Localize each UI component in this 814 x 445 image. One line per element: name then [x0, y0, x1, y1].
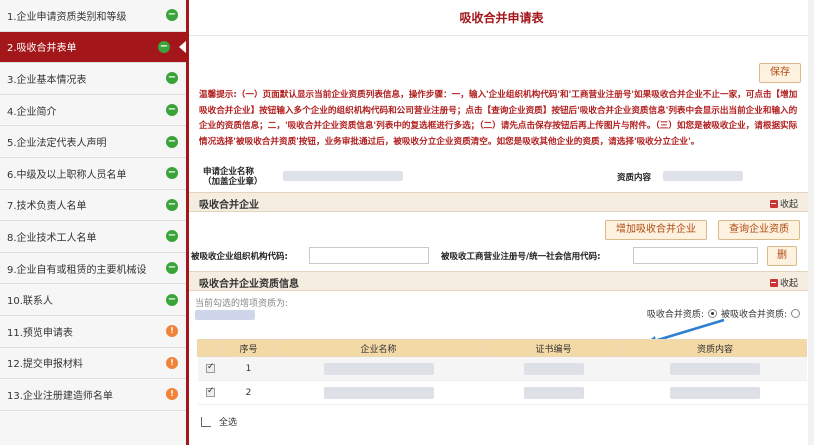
- merger-companies-header: 吸收合并企业 收起: [189, 192, 814, 212]
- absorbed-radio[interactable]: [791, 309, 800, 318]
- row-number: 2: [223, 380, 274, 405]
- company-name-redacted: [323, 386, 434, 399]
- selected-hint-redacted: [195, 310, 255, 320]
- row-checkbox[interactable]: [206, 386, 215, 397]
- section-title: 吸收合并企业资质信息: [199, 279, 299, 290]
- applicant-name-redacted: [283, 171, 403, 181]
- qual-content-redacted: [670, 386, 760, 399]
- qual-content-redacted: [670, 362, 760, 375]
- status-ok-icon: −: [166, 104, 178, 117]
- column-header: 资质内容: [623, 339, 807, 357]
- merger-qualification-header: 吸收合并企业资质信息 收起: [189, 271, 814, 291]
- select-all-label: 全选: [219, 417, 238, 428]
- status-ok-icon: −: [166, 293, 178, 306]
- sidebar-item-label: 8.企业技术工人名单: [7, 232, 97, 244]
- section-title: 吸收合并企业: [199, 200, 259, 211]
- sidebar-item-tech-lead[interactable]: 7.技术负责人名单 −: [0, 190, 186, 222]
- status-ok-icon: −: [166, 9, 178, 22]
- page-title: 吸收合并申请表: [189, 0, 814, 36]
- add-merger-company-button[interactable]: 增加吸收合并企业: [605, 220, 707, 240]
- sidebar-item-label: 2.吸收合并表单: [7, 43, 77, 55]
- row-number: 1: [223, 356, 274, 381]
- qualification-table: 序号 企业名称 证书编号 资质内容 1 2: [197, 339, 807, 405]
- collapse-icon: [769, 199, 778, 208]
- column-header: 企业名称: [273, 339, 484, 357]
- org-code-input[interactable]: [309, 247, 429, 264]
- table-row: 1: [197, 356, 807, 381]
- cert-no-redacted: [523, 386, 584, 399]
- sidebar-item-merger-form[interactable]: 2.吸收合并表单 −: [0, 31, 186, 64]
- sidebar-item-basic-info[interactable]: 3.企业基本情况表 −: [0, 63, 186, 95]
- sidebar-item-qualification-category[interactable]: 1.企业申请资质类别和等级 −: [0, 0, 186, 32]
- sidebar-item-builders[interactable]: 13.企业注册建造师名单 !: [0, 379, 186, 411]
- sidebar-item-legal-rep-statement[interactable]: 5.企业法定代表人声明 −: [0, 126, 186, 158]
- sidebar-item-company-intro[interactable]: 4.企业简介 −: [0, 95, 186, 127]
- cert-no-redacted: [523, 362, 584, 375]
- status-ok-icon: −: [166, 198, 178, 211]
- column-header: 序号: [223, 339, 274, 357]
- collapse-icon: [769, 278, 778, 287]
- delete-row-button[interactable]: 删: [767, 246, 797, 266]
- sidebar-item-label: 1.企业申请资质类别和等级: [7, 11, 127, 23]
- tips-text: 温馨提示:（一）页面默认显示当前企业资质列表信息，操作步骤：一，输入'企业组织机…: [199, 90, 798, 147]
- status-ok-icon: −: [166, 230, 178, 243]
- sidebar-item-label: 11.预览申请表: [7, 327, 73, 339]
- select-all-arrow-icon: [201, 414, 213, 428]
- sidebar-item-preview[interactable]: 11.预览申请表 !: [0, 316, 186, 348]
- qual-content-redacted: [663, 171, 743, 181]
- merge-radio[interactable]: [707, 309, 717, 318]
- sidebar: 1.企业申请资质类别和等级 − 2.吸收合并表单 − 3.企业基本情况表 − 4…: [0, 0, 189, 445]
- applicant-label: 申请企业名称 （加盖企业章）: [203, 167, 263, 187]
- table-row: 2: [197, 380, 807, 405]
- app-window: 1.企业申请资质类别和等级 − 2.吸收合并表单 − 3.企业基本情况表 − 4…: [0, 0, 814, 445]
- sidebar-item-label: 12.提交申报材料: [7, 359, 83, 371]
- reg-no-label: 被吸收工商营业注册号/统一社会信用代码:: [441, 252, 601, 262]
- radio-option-label: 被吸收合并资质:: [720, 310, 787, 320]
- sidebar-item-titled-staff[interactable]: 6.中级及以上职称人员名单 −: [0, 158, 186, 190]
- sidebar-item-label: 3.企业基本情况表: [7, 74, 87, 86]
- table-header-row: 序号 企业名称 证书编号 资质内容: [197, 339, 807, 357]
- collapse-label: 收起: [779, 200, 798, 210]
- reg-no-input[interactable]: [633, 247, 758, 264]
- org-code-label: 被吸收企业组织机构代码:: [191, 252, 288, 262]
- select-column-header: [197, 339, 224, 357]
- sidebar-item-label: 9.企业自有或租赁的主要机械设: [7, 264, 147, 276]
- sidebar-item-equipment[interactable]: 9.企业自有或租赁的主要机械设 −: [0, 253, 186, 285]
- collapse-label: 收起: [779, 279, 798, 289]
- applicant-row: 申请企业名称 （加盖企业章） 资质内容: [203, 167, 803, 188]
- collapse-button[interactable]: 收起: [769, 197, 798, 210]
- sidebar-item-contact[interactable]: 10.联系人 −: [0, 284, 186, 316]
- status-ok-icon: −: [166, 72, 178, 85]
- sidebar-item-tech-workers[interactable]: 8.企业技术工人名单 −: [0, 221, 186, 253]
- scrollbar[interactable]: [808, 0, 814, 445]
- status-warning-icon: !: [166, 325, 178, 338]
- sidebar-item-label: 7.技术负责人名单: [7, 201, 87, 213]
- column-header: 证书编号: [483, 339, 624, 357]
- row-checkbox[interactable]: [206, 362, 215, 373]
- status-warning-icon: !: [166, 388, 178, 401]
- save-button[interactable]: 保存: [759, 63, 801, 83]
- select-all-button[interactable]: 全选: [201, 414, 237, 428]
- status-ok-icon: −: [166, 135, 178, 148]
- status-warning-icon: !: [166, 356, 178, 369]
- status-ok-icon: −: [166, 167, 178, 180]
- sidebar-item-label: 5.企业法定代表人声明: [7, 138, 107, 150]
- sidebar-item-submit[interactable]: 12.提交申报材料 !: [0, 348, 186, 380]
- query-qualification-button[interactable]: 查询企业资质: [718, 220, 800, 240]
- collapse-button[interactable]: 收起: [769, 276, 798, 289]
- sidebar-item-label: 10.联系人: [7, 296, 53, 308]
- selected-hint: 当前勾选的增项资质为:: [195, 299, 289, 309]
- main-panel: 吸收合并申请表 保存 温馨提示:（一）页面默认显示当前企业资质列表信息，操作步骤…: [189, 0, 814, 445]
- company-name-redacted: [323, 362, 434, 375]
- sidebar-item-label: 6.中级及以上职称人员名单: [7, 169, 127, 181]
- status-ok-icon: −: [166, 262, 178, 275]
- sidebar-item-label: 13.企业注册建造师名单: [7, 390, 113, 402]
- qual-content-label: 资质内容: [617, 173, 652, 183]
- status-ok-icon: −: [158, 40, 170, 53]
- sidebar-item-label: 4.企业简介: [7, 106, 57, 118]
